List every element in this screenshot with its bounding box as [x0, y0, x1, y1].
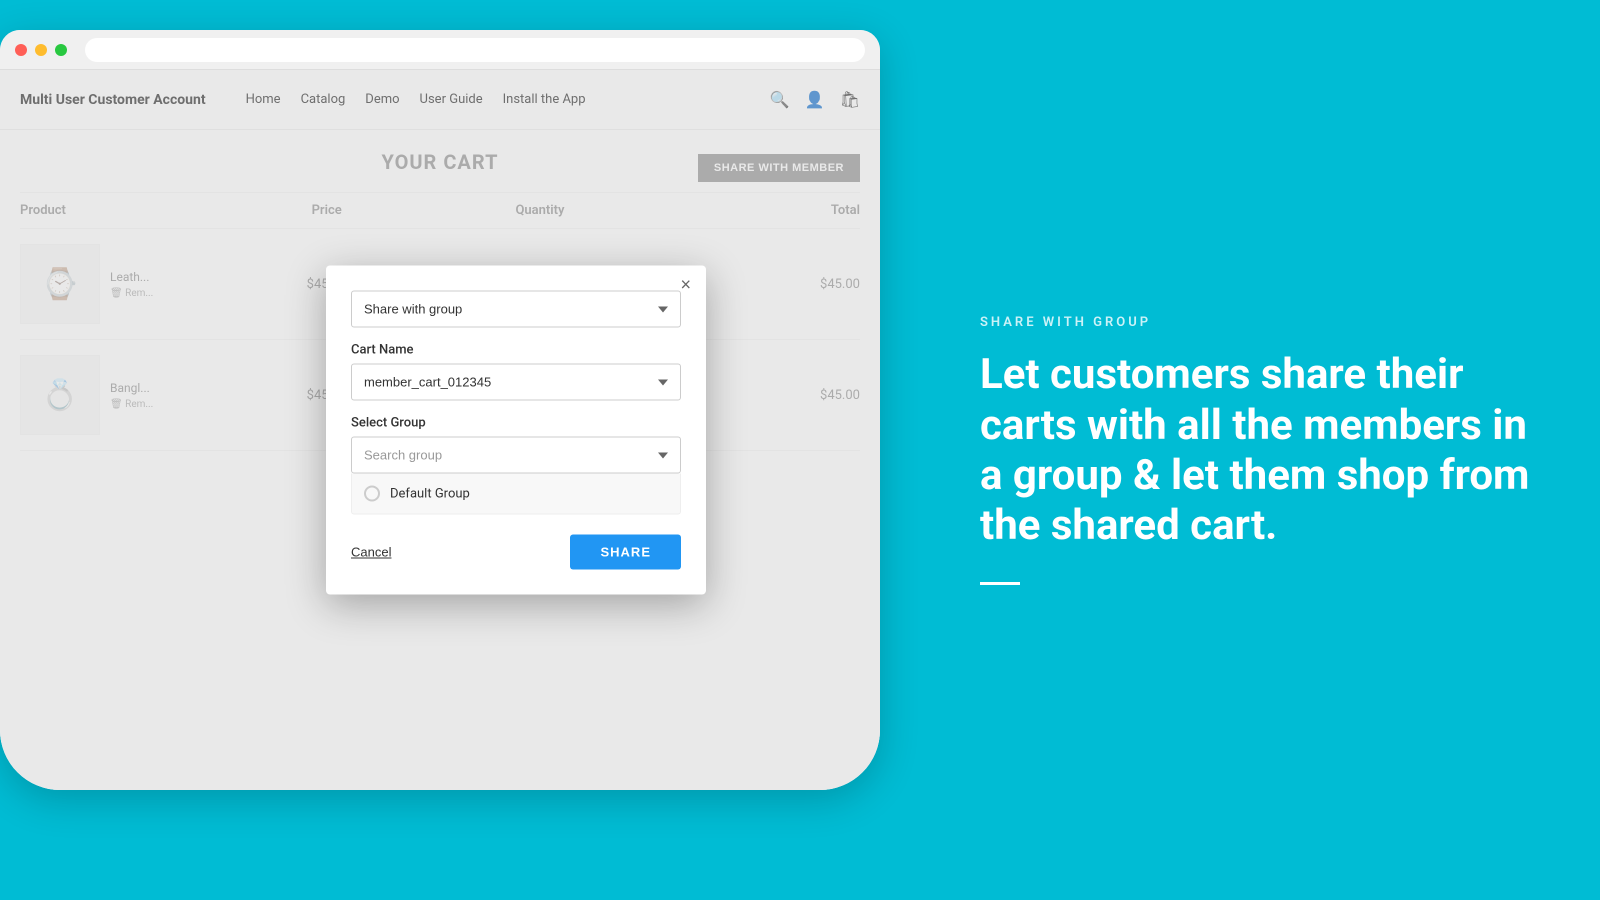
- modal-close-button[interactable]: ×: [680, 276, 691, 294]
- laptop-mockup: Multi User Customer Account Home Catalog…: [0, 0, 900, 900]
- group-radio-default[interactable]: [364, 486, 380, 502]
- group-label-default: Default Group: [390, 486, 470, 501]
- action-select[interactable]: Share with group: [351, 291, 681, 328]
- cart-name-row: Cart Name member_cart_012345: [351, 343, 681, 401]
- browser-chrome: [0, 30, 880, 70]
- select-group-row: Select Group Search group Default Group …: [351, 416, 681, 515]
- cart-name-select[interactable]: member_cart_012345: [351, 364, 681, 401]
- browser-dot-yellow: [35, 44, 47, 56]
- share-modal: × Share with group Cart Name member_cart…: [326, 266, 706, 595]
- search-group-select[interactable]: Search group Default Group: [351, 437, 681, 474]
- modal-actions: Cancel SHARE: [351, 535, 681, 570]
- cart-name-label: Cart Name: [351, 343, 681, 358]
- url-bar: [85, 38, 865, 62]
- select-group-label: Select Group: [351, 416, 681, 431]
- right-subtitle: SHARE WITH GROUP: [980, 315, 1540, 330]
- right-title: Let customers share their carts with all…: [980, 350, 1540, 552]
- action-select-row: Share with group: [351, 291, 681, 328]
- cancel-button[interactable]: Cancel: [351, 545, 391, 560]
- browser-frame: Multi User Customer Account Home Catalog…: [0, 30, 880, 790]
- browser-dot-red: [15, 44, 27, 56]
- share-button[interactable]: SHARE: [570, 535, 681, 570]
- right-panel: SHARE WITH GROUP Let customers share the…: [900, 255, 1600, 645]
- right-divider: [980, 582, 1020, 585]
- store-content: Multi User Customer Account Home Catalog…: [0, 70, 880, 790]
- list-item[interactable]: Default Group: [352, 474, 680, 514]
- browser-dot-green: [55, 44, 67, 56]
- group-option-list: Default Group: [351, 474, 681, 515]
